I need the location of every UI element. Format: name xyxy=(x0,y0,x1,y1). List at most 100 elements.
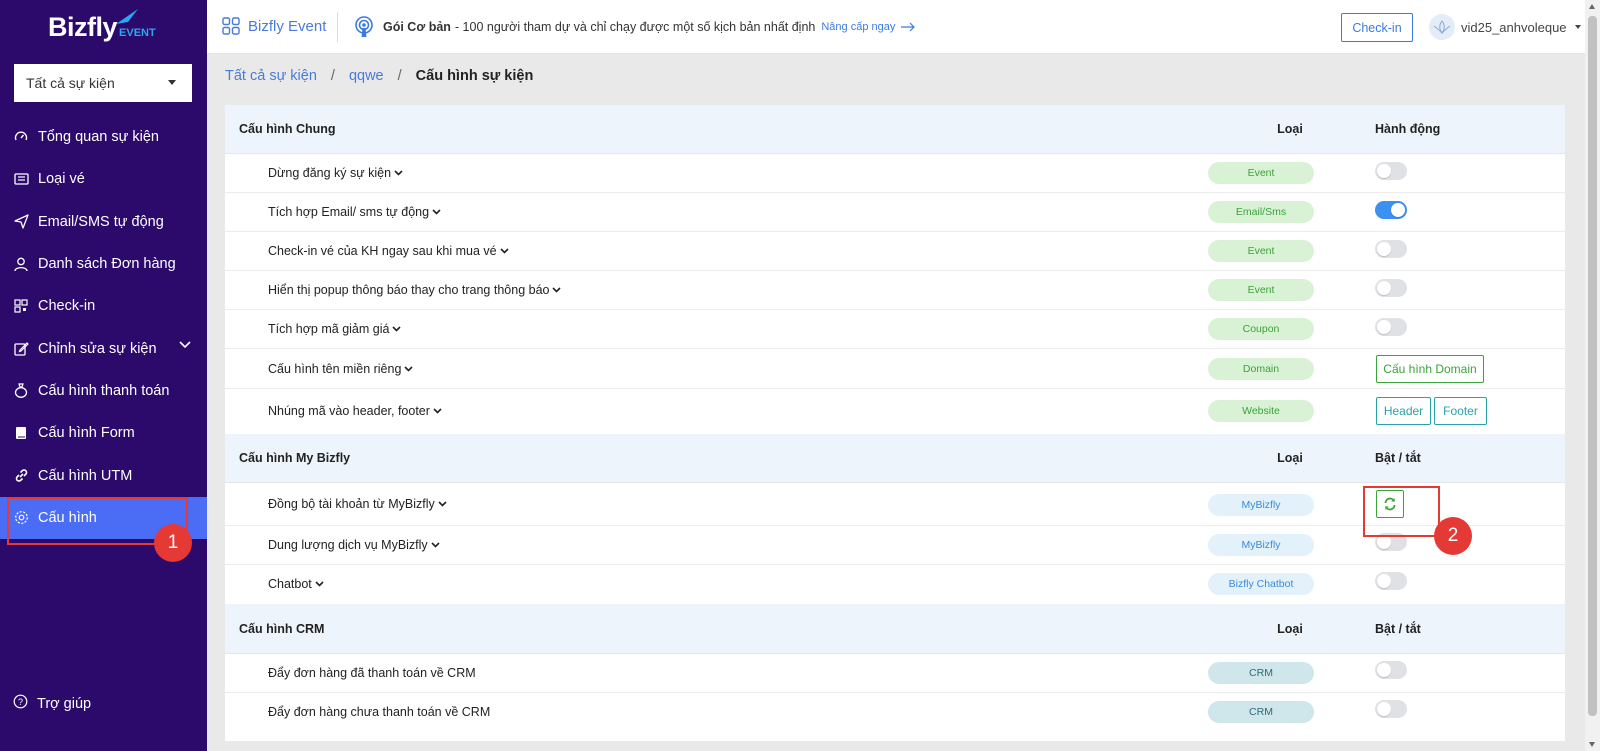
settings-row: Nhúng mã vào header, footer Website Head… xyxy=(225,389,1565,434)
question-circle-icon: ? xyxy=(13,694,28,713)
sidebar-item-tickets[interactable]: Loại vé xyxy=(0,158,207,200)
bizfly-event-logo[interactable]: Bizfly EVENT xyxy=(48,9,156,43)
setting-label-text: Chatbot xyxy=(268,577,312,591)
upgrade-link[interactable]: Nâng cấp ngay xyxy=(821,21,916,33)
logo-subtext: EVENT xyxy=(119,27,156,39)
brand-label: Bizfly Event xyxy=(248,17,327,35)
setting-label-text: Check-in vé của KH ngay sau khi mua vé xyxy=(268,244,497,258)
column-header-type: Loại xyxy=(1277,451,1303,465)
setting-label[interactable]: Cấu hình tên miền riêng xyxy=(268,362,413,376)
type-badge: CRM xyxy=(1208,662,1314,684)
chevron-down-icon[interactable] xyxy=(179,341,191,349)
username: vid25_anhvoleque xyxy=(1461,19,1567,35)
toggle-knob xyxy=(1377,281,1391,295)
link-icon xyxy=(13,468,29,484)
svg-text:?: ? xyxy=(18,697,23,707)
column-header-type: Loại xyxy=(1277,122,1303,136)
toggle-switch[interactable] xyxy=(1375,572,1407,590)
breadcrumb-all-events[interactable]: Tất cả sự kiện xyxy=(225,68,317,84)
event-select[interactable]: Tất cả sự kiện xyxy=(14,64,192,102)
setting-label[interactable]: Dung lượng dịch vụ MyBizfly xyxy=(268,538,440,552)
setting-label[interactable]: Dừng đăng ký sự kiện xyxy=(268,166,403,180)
breadcrumb-event[interactable]: qqwe xyxy=(349,68,384,84)
sidebar-item-label: Danh sách Đơn hàng xyxy=(38,256,176,273)
setting-label[interactable]: Hiển thị popup thông báo thay cho trang … xyxy=(268,283,562,297)
toggle-switch[interactable] xyxy=(1375,661,1407,679)
app-brand[interactable]: Bizfly Event xyxy=(222,17,326,35)
type-badge: Event xyxy=(1208,162,1314,184)
sidebar-item-label: Chỉnh sửa sự kiện xyxy=(38,340,157,357)
type-badge: Bizfly Chatbot xyxy=(1208,573,1314,595)
type-badge: MyBizfly xyxy=(1208,534,1314,556)
setting-label[interactable]: Đồng bộ tài khoản từ MyBizfly xyxy=(268,497,447,511)
arrow-right-icon xyxy=(901,22,916,32)
setting-label-text: Đẩy đơn hàng chưa thanh toán về CRM xyxy=(268,705,491,719)
setting-label[interactable]: Đẩy đơn hàng chưa thanh toán về CRM xyxy=(268,705,490,719)
sidebar-item-label: Loại vé xyxy=(38,171,85,188)
toggle-switch[interactable] xyxy=(1375,700,1407,718)
settings-row: Tích hợp mã giảm giá Coupon xyxy=(225,310,1565,349)
type-badge: Website xyxy=(1208,400,1314,422)
sidebar-item-overview[interactable]: Tổng quan sự kiện xyxy=(0,116,207,158)
configure-domain-button[interactable]: Cấu hình Domain xyxy=(1376,355,1484,383)
sidebar-item-edit-event[interactable]: Chỉnh sửa sự kiện xyxy=(0,327,207,369)
sidebar-item-orders[interactable]: Danh sách Đơn hàng xyxy=(0,243,207,285)
caret-down-icon xyxy=(168,80,176,85)
settings-row: Đẩy đơn hàng đã thanh toán về CRM CRM xyxy=(225,654,1565,693)
avatar xyxy=(1429,14,1455,40)
toggle-knob xyxy=(1377,702,1391,716)
help-link[interactable]: ? Trợ giúp xyxy=(13,694,91,713)
type-badge: MyBizfly xyxy=(1208,494,1314,516)
scrollbar-thumb[interactable] xyxy=(1588,16,1597,716)
send-icon xyxy=(13,214,29,230)
toggle-knob xyxy=(1391,203,1405,217)
page-scrollbar[interactable] xyxy=(1585,0,1600,751)
sidebar-item-payment[interactable]: Cấu hình thanh toán xyxy=(0,370,207,412)
sidebar-item-form[interactable]: Cấu hình Form xyxy=(0,412,207,454)
gauge-icon xyxy=(13,129,29,145)
sidebar-item-email-sms[interactable]: Email/SMS tự động xyxy=(0,201,207,243)
toggle-switch[interactable] xyxy=(1375,279,1407,297)
qrcode-icon xyxy=(13,298,29,314)
upgrade-label: Nâng cấp ngay xyxy=(821,21,896,33)
apps-grid-icon xyxy=(222,17,240,35)
scroll-down-icon[interactable] xyxy=(1589,742,1595,747)
user-menu[interactable]: vid25_anhvoleque xyxy=(1429,14,1581,40)
chevron-down-icon xyxy=(315,581,324,587)
sidebar-item-utm[interactable]: Cấu hình UTM xyxy=(0,454,207,496)
top-header: Bizfly Event Gói Cơ bản - 100 người tham… xyxy=(207,0,1585,54)
setting-label[interactable]: Check-in vé của KH ngay sau khi mua vé xyxy=(268,244,509,258)
setting-label-text: Dung lượng dịch vụ MyBizfly xyxy=(268,538,428,552)
toggle-knob xyxy=(1377,535,1391,549)
setting-label-text: Tích hợp Email/ sms tự động xyxy=(268,205,430,219)
footer-code-button[interactable]: Footer xyxy=(1434,397,1487,425)
sidebar-item-checkin[interactable]: Check-in xyxy=(0,285,207,327)
settings-row: Check-in vé của KH ngay sau khi mua vé E… xyxy=(225,232,1565,271)
header-divider xyxy=(337,12,338,42)
setting-label[interactable]: Đẩy đơn hàng đã thanh toán về CRM xyxy=(268,666,476,680)
help-label: Trợ giúp xyxy=(37,695,92,712)
sidebar-item-label: Tổng quan sự kiện xyxy=(38,129,159,146)
setting-label[interactable]: Tích hợp Email/ sms tự động xyxy=(268,205,441,219)
column-header-action: Bật / tắt xyxy=(1375,622,1421,636)
toggle-switch[interactable] xyxy=(1375,162,1407,180)
toggle-switch[interactable] xyxy=(1375,318,1407,336)
scroll-up-icon[interactable] xyxy=(1589,4,1595,9)
setting-label[interactable]: Tích hợp mã giảm giá xyxy=(268,322,402,336)
plan-info: Gói Cơ bản - 100 người tham dự và chỉ ch… xyxy=(353,16,916,38)
chevron-down-icon xyxy=(431,542,440,548)
settings-row: Đẩy đơn hàng chưa thanh toán về CRM CRM xyxy=(225,693,1565,732)
toggle-switch[interactable] xyxy=(1375,240,1407,258)
setting-label[interactable]: Chatbot xyxy=(268,577,324,591)
moneybag-icon xyxy=(13,383,29,399)
section-title: Cấu hình My Bizfly xyxy=(239,451,351,465)
setting-label-text: Cấu hình tên miền riêng xyxy=(268,362,402,376)
breadcrumb-separator: / xyxy=(330,68,335,84)
event-select-value: Tất cả sự kiện xyxy=(26,75,115,91)
header-code-button[interactable]: Header xyxy=(1376,397,1431,425)
toggle-switch[interactable] xyxy=(1375,201,1407,219)
setting-label[interactable]: Nhúng mã vào header, footer xyxy=(268,404,442,418)
checkin-button[interactable]: Check-in xyxy=(1341,13,1413,42)
column-header-action: Hành động xyxy=(1375,122,1441,136)
toggle-knob xyxy=(1377,320,1391,334)
